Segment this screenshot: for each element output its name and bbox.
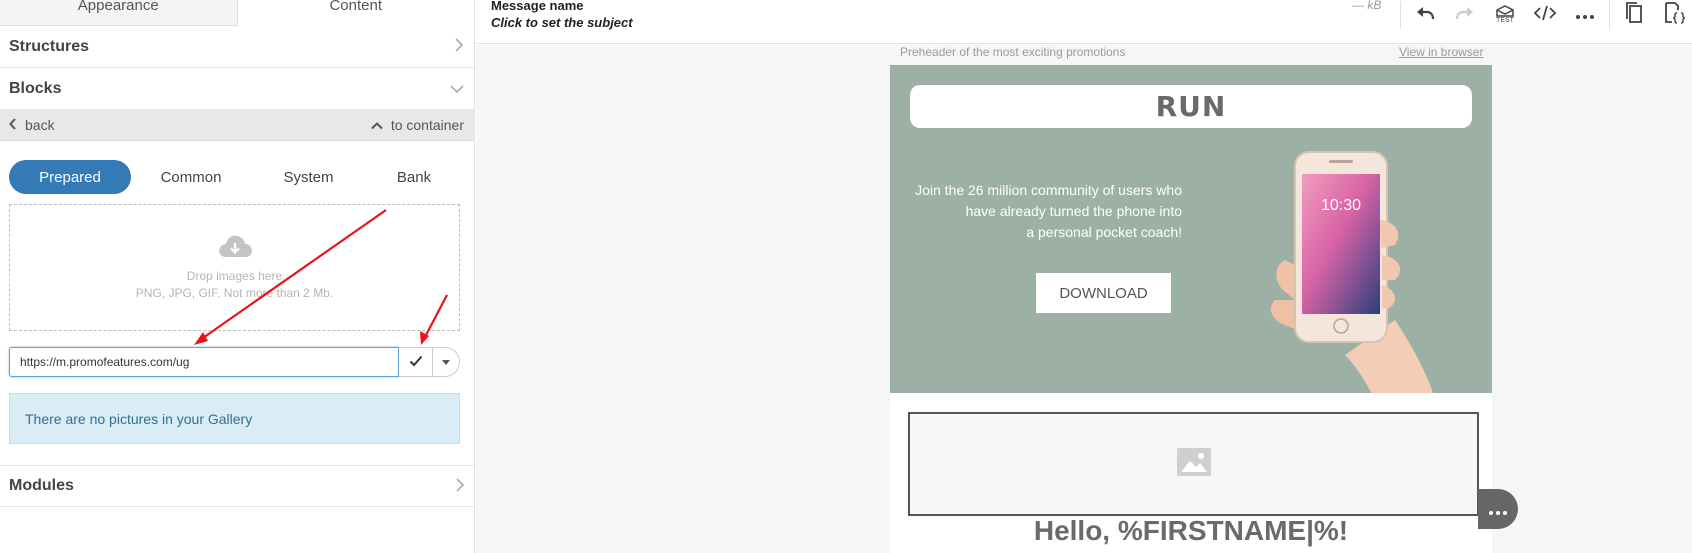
chevron-up-icon [371, 117, 383, 133]
block-actions-button[interactable] [1478, 489, 1518, 529]
image-url-row [9, 347, 460, 377]
gallery-empty-text: There are no pictures in your Gallery [25, 410, 253, 427]
image-dropzone[interactable]: Drop images here PNG, JPG, GIF. Not more… [9, 204, 460, 331]
logo-banner[interactable]: RUN [910, 85, 1472, 128]
back-label: back [25, 117, 55, 133]
hero-block[interactable]: RUN Join the 26 million community of use… [890, 65, 1492, 393]
section-blocks-label: Blocks [9, 79, 62, 97]
back-button[interactable]: back [9, 117, 55, 133]
editor-header: Message name Click to set the subject — … [476, 0, 1692, 44]
phone-in-hand-image[interactable]: 10:30 [1245, 150, 1445, 393]
section-structures-label: Structures [9, 37, 90, 55]
chevron-right-icon [455, 477, 465, 495]
hero-line: have already turned the phone into [965, 203, 1182, 219]
download-button[interactable]: DOWNLOAD [1036, 273, 1171, 313]
dropzone-formats: PNG, JPG, GIF. Not more than 2 Mb. [135, 286, 334, 300]
phone-clock: 10:30 [1321, 197, 1361, 214]
section-structures[interactable]: Structures [0, 26, 474, 68]
preheader-text[interactable]: Preheader of the most exciting promotion… [900, 45, 1125, 59]
gallery-empty-alert: There are no pictures in your Gallery [9, 393, 460, 444]
editor-toolbar: TEST [1396, 0, 1692, 30]
download-label: DOWNLOAD [1059, 284, 1148, 302]
settings-code-button[interactable] [1654, 0, 1692, 30]
tab-content[interactable]: Content [237, 0, 474, 26]
copy-icon [1625, 1, 1643, 29]
more-icon [1489, 499, 1507, 520]
message-name[interactable]: Message name [491, 0, 584, 13]
section-modules-label: Modules [9, 477, 74, 494]
confirm-url-button[interactable] [399, 347, 433, 377]
chevron-right-icon [454, 38, 464, 55]
image-url-input[interactable] [9, 347, 399, 377]
code-icon [1533, 5, 1557, 26]
toolbar-divider [1400, 1, 1401, 29]
subject-prompt[interactable]: Click to set the subject [491, 15, 633, 30]
email-body: RUN Join the 26 million community of use… [890, 65, 1492, 553]
blocks-nav-bar: back to container [0, 110, 474, 141]
image-placeholder-block[interactable] [908, 412, 1479, 516]
tab-prepared[interactable]: Prepared [9, 160, 131, 194]
tab-system[interactable]: System [251, 160, 366, 194]
tab-bank[interactable]: Bank [366, 160, 462, 194]
cloud-download-icon [217, 233, 253, 268]
section-blocks[interactable]: Blocks [0, 68, 474, 110]
hero-description[interactable]: Join the 26 million community of users w… [910, 180, 1182, 243]
settings-code-icon [1663, 1, 1686, 29]
section-modules[interactable]: Modules [0, 465, 475, 507]
email-canvas: Preheader of the most exciting promotion… [476, 45, 1692, 553]
to-container-button[interactable]: to container [371, 117, 464, 133]
undo-icon [1415, 5, 1435, 26]
test-email-button[interactable]: TEST [1485, 0, 1525, 30]
url-options-dropdown[interactable] [433, 347, 460, 377]
undo-button[interactable] [1405, 0, 1445, 30]
more-icon [1576, 6, 1594, 24]
chevron-left-icon [9, 117, 17, 133]
tab-common[interactable]: Common [131, 160, 251, 194]
view-in-browser-link[interactable]: View in browser [1399, 45, 1483, 59]
more-options-button[interactable] [1565, 0, 1605, 30]
block-category-tabs: Prepared Common System Bank [0, 141, 474, 199]
message-size: — kB [1352, 0, 1382, 12]
caret-down-icon [442, 357, 450, 368]
hero-line: Join the 26 million community of users w… [915, 182, 1182, 198]
tab-appearance[interactable]: Appearance [0, 0, 238, 26]
logo-text: RUN [1155, 90, 1227, 123]
redo-icon [1455, 5, 1475, 26]
code-view-button[interactable] [1525, 0, 1565, 30]
greeting-heading[interactable]: Hello, %FIRSTNAME|%! [890, 515, 1492, 547]
checkmark-icon [409, 354, 423, 371]
test-email-icon: TEST [1496, 5, 1514, 25]
copy-button[interactable] [1614, 0, 1654, 30]
sidebar-tabs: Appearance Content [0, 0, 474, 26]
chevron-down-icon [450, 81, 464, 97]
toolbar-divider [1609, 1, 1610, 29]
image-icon [1176, 447, 1211, 481]
redo-button[interactable] [1445, 0, 1485, 30]
to-container-label: to container [390, 117, 464, 133]
hero-line: a personal pocket coach! [1026, 224, 1182, 240]
dropzone-hint: Drop images here [186, 269, 283, 283]
sidebar-panel: Appearance Content Structures Blocks bac… [0, 0, 475, 553]
test-label: TEST [1496, 17, 1514, 24]
